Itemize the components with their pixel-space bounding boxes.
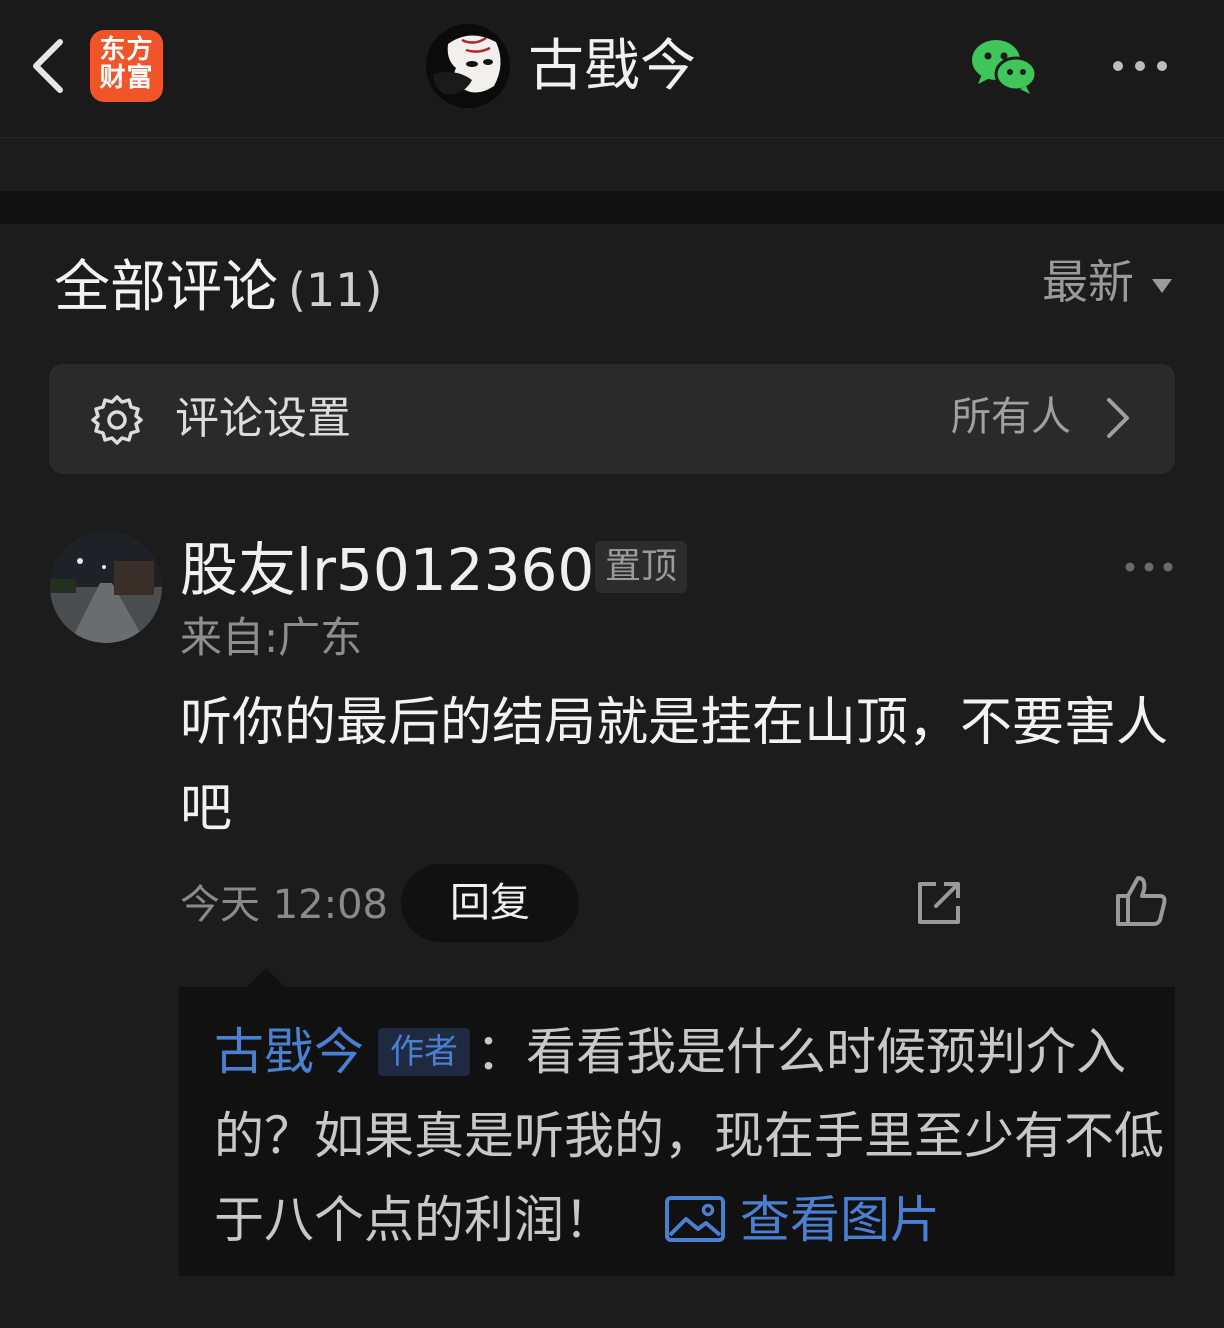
commenter-avatar[interactable]	[50, 531, 162, 643]
author-badge: 作者	[378, 1028, 470, 1076]
comment-settings-row[interactable]: 评论设置 所有人	[49, 364, 1175, 474]
view-image-link[interactable]: 查看图片	[664, 1191, 940, 1249]
app-logo-line1: 东方	[99, 35, 154, 65]
reply-author-name[interactable]: 古戥今	[214, 1023, 364, 1081]
wechat-share-icon[interactable]	[968, 36, 1040, 96]
comments-count: (11)	[288, 263, 383, 317]
comment-settings-value: 所有人	[951, 394, 1071, 440]
top-bar: 东方 财富 古戥今	[0, 0, 1224, 138]
comments-title: 全部评论	[54, 255, 278, 320]
share-icon[interactable]	[914, 878, 964, 928]
comment-settings-label: 评论设置	[175, 393, 351, 444]
thumbs-up-icon[interactable]	[1114, 874, 1168, 928]
reply-separator: ：	[476, 1023, 526, 1081]
spacer-band	[0, 138, 1224, 191]
sort-dropdown[interactable]: 最新	[1042, 252, 1172, 312]
author-avatar[interactable]	[426, 24, 510, 108]
view-image-label: 查看图片	[740, 1191, 940, 1249]
caret-down-icon	[1152, 278, 1172, 293]
image-icon	[665, 1196, 725, 1242]
sort-label: 最新	[1042, 255, 1134, 309]
more-options-icon[interactable]	[1110, 58, 1170, 74]
mask-avatar-icon	[426, 24, 510, 108]
page-title: 古戥今	[528, 34, 696, 99]
commenter-name[interactable]: 股友lr50123601	[180, 534, 631, 606]
reply-pointer	[246, 968, 286, 988]
divider-band	[0, 191, 1224, 224]
chevron-right-icon	[1107, 398, 1129, 438]
app-logo-line2: 财富	[99, 63, 154, 93]
app-logo[interactable]: 东方 财富	[90, 30, 163, 102]
night-road-avatar-icon	[50, 531, 162, 643]
pinned-badge: 置顶	[595, 541, 687, 593]
back-arrow-icon[interactable]	[26, 36, 70, 96]
comment-more-icon[interactable]	[1124, 560, 1174, 574]
reply-button[interactable]: 回复	[401, 864, 579, 942]
commenter-location: 来自:广东	[180, 613, 363, 662]
comment-body: 听你的最后的结局就是挂在山顶，不要害人吧	[180, 693, 1169, 839]
comments-header: 全部评论 (11)	[54, 252, 382, 326]
gear-icon	[91, 395, 143, 445]
comment-timestamp: 今天 12:08	[180, 882, 388, 928]
author-reply: 古戥今 作者 ：看看我是什么时候预判介入的？如果真是听我的，现在手里至少有不低于八个…	[214, 1010, 1164, 1262]
